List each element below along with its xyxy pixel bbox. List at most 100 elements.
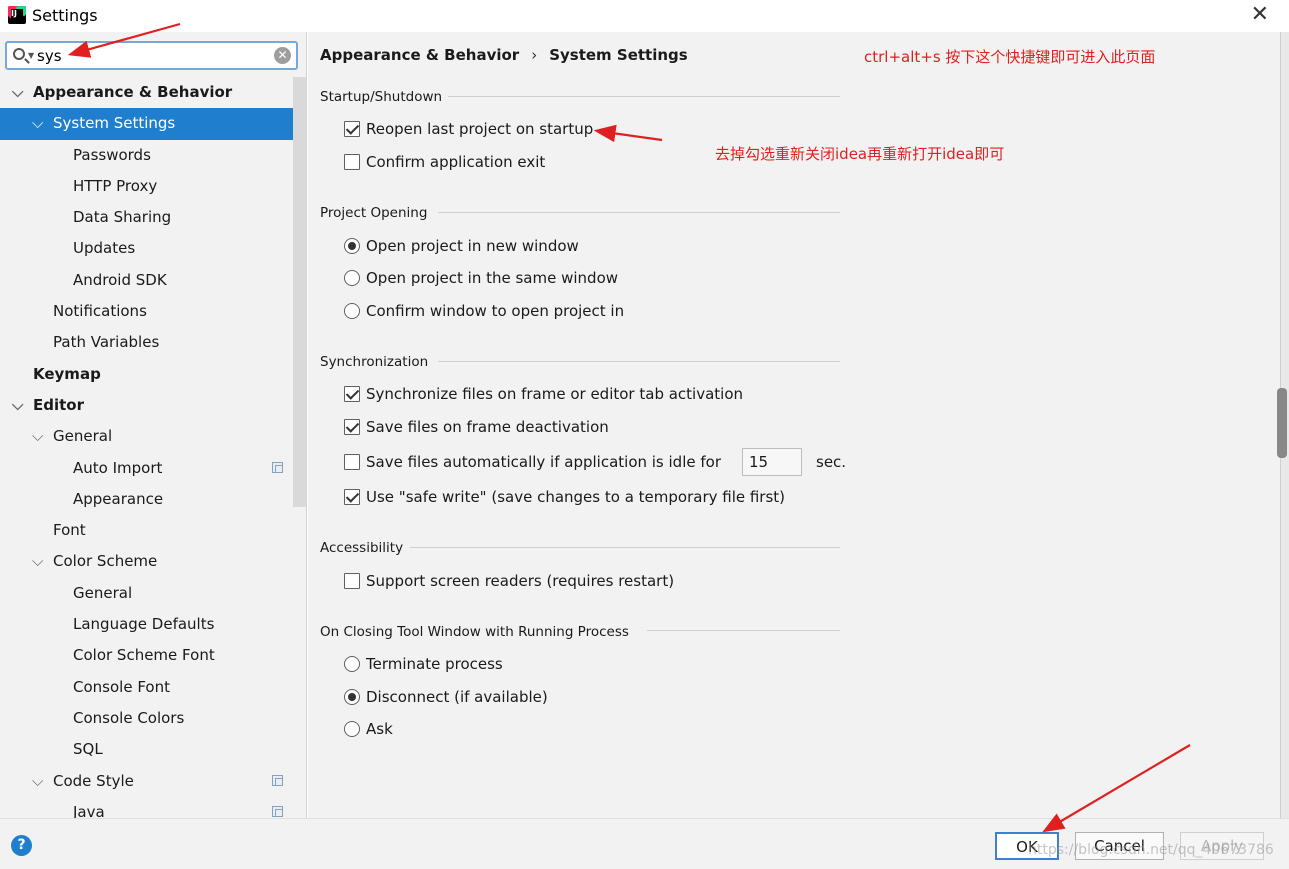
chevron-down-icon[interactable]: ⌵: [32, 546, 43, 576]
open-same-window-label: Open project in the same window: [366, 269, 619, 287]
annotation-uncheck: 去掉勾选重新关闭idea再重新打开idea即可: [715, 145, 1005, 163]
tree-item-passwords[interactable]: Passwords: [0, 140, 292, 171]
chevron-down-icon[interactable]: ⌵: [32, 108, 43, 138]
search-options-chevron-icon[interactable]: ▼: [28, 51, 34, 60]
tree-item-font[interactable]: Font: [0, 515, 292, 546]
disconnect-radio[interactable]: Disconnect (if available): [344, 688, 548, 710]
settings-panel: Appearance & Behavior › System Settings ct…: [308, 32, 1280, 818]
tree-item-label: Auto Import: [73, 458, 163, 477]
tree-item-label: Path Variables: [53, 333, 160, 352]
tree-item-android-sdk[interactable]: Android SDK: [0, 265, 292, 296]
close-icon[interactable]: ✕: [1251, 4, 1269, 26]
checkbox-checked[interactable]: [344, 489, 360, 505]
confirm-window-label: Confirm window to open project in: [366, 302, 625, 320]
checkbox-checked[interactable]: [344, 386, 360, 402]
section-divider: [647, 630, 840, 631]
tree-item-color-scheme-font[interactable]: Color Scheme Font: [0, 640, 292, 671]
tree-item-code-style[interactable]: ⌵ Code Style: [0, 766, 292, 797]
tree-item-language-defaults[interactable]: Language Defaults: [0, 609, 292, 640]
tree-item-http-proxy[interactable]: HTTP Proxy: [0, 171, 292, 202]
sync-files-checkbox[interactable]: Synchronize files on frame or editor tab…: [344, 385, 743, 407]
tree-item-label: Updates: [73, 239, 136, 258]
clear-search-icon[interactable]: ✕: [274, 47, 291, 64]
breadcrumb-current: System Settings: [549, 46, 688, 64]
tree-item-editor[interactable]: ⌵ Editor: [0, 390, 292, 421]
tree-item-appearance-behavior[interactable]: ⌵ Appearance & Behavior: [0, 77, 292, 108]
tree-item-system-settings[interactable]: ⌵ System Settings: [0, 108, 306, 140]
terminate-process-radio[interactable]: Terminate process: [344, 655, 503, 677]
section-title-startup: Startup/Shutdown: [320, 89, 443, 105]
screen-readers-label: Support screen readers (requires restart…: [366, 572, 675, 590]
seconds-label: sec.: [816, 453, 847, 471]
checkbox-unchecked[interactable]: [344, 573, 360, 589]
search-icon[interactable]: [13, 48, 25, 60]
tree-item-general[interactable]: General: [0, 578, 292, 609]
search-box[interactable]: ▼ ✕: [5, 41, 298, 70]
watermark: https://blog.csdn.net/qq_40673786: [1028, 842, 1274, 858]
checkbox-checked[interactable]: [344, 419, 360, 435]
tree-item-label: Passwords: [73, 145, 151, 164]
radio-unselected[interactable]: [344, 303, 360, 319]
help-icon[interactable]: ?: [11, 835, 32, 856]
confirm-exit-checkbox[interactable]: Confirm application exit: [344, 153, 545, 175]
project-scope-copy-icon: [272, 461, 283, 473]
tree-item-label: Font: [53, 521, 86, 540]
confirm-window-radio[interactable]: Confirm window to open project in: [344, 302, 624, 324]
project-scope-copy-icon: [272, 805, 283, 817]
tree-item-data-sharing[interactable]: Data Sharing: [0, 202, 292, 233]
idle-seconds-input[interactable]: [742, 448, 802, 476]
tree-item-path-variables[interactable]: Path Variables: [0, 327, 292, 358]
tree-item-color-scheme[interactable]: ⌵ Color Scheme: [0, 546, 292, 577]
chevron-down-icon[interactable]: ⌵: [32, 421, 43, 451]
main-scrollbar-thumb[interactable]: [1277, 388, 1287, 458]
radio-unselected[interactable]: [344, 270, 360, 286]
open-new-window-radio[interactable]: Open project in new window: [344, 237, 579, 259]
tree-item-label: Language Defaults: [73, 615, 215, 634]
tree-item-label: General: [53, 427, 113, 446]
tree-item-keymap[interactable]: Keymap: [0, 359, 292, 390]
save-on-deactivation-label: Save files on frame deactivation: [366, 418, 609, 436]
tree-item-notifications[interactable]: Notifications: [0, 296, 292, 327]
open-new-window-label: Open project in new window: [366, 237, 579, 255]
radio-selected[interactable]: [344, 689, 360, 705]
checkbox-checked[interactable]: [344, 121, 360, 137]
radio-selected[interactable]: [344, 238, 360, 254]
ask-label: Ask: [366, 720, 393, 738]
checkbox-unchecked[interactable]: [344, 154, 360, 170]
tree-item-updates[interactable]: Updates: [0, 233, 292, 264]
save-on-deactivation-checkbox[interactable]: Save files on frame deactivation: [344, 418, 609, 440]
tree-item-sql[interactable]: SQL: [0, 734, 292, 765]
section-divider: [438, 361, 840, 362]
checkbox-unchecked[interactable]: [344, 454, 360, 470]
reopen-last-project-checkbox[interactable]: Reopen last project on startup: [344, 120, 593, 142]
section-title-project-opening: Project Opening: [320, 205, 428, 221]
radio-unselected[interactable]: [344, 656, 360, 672]
tree-item-java[interactable]: Java: [0, 797, 292, 818]
chevron-down-icon[interactable]: ⌵: [12, 390, 23, 420]
sidebar-scrollbar[interactable]: [293, 77, 306, 507]
section-divider: [438, 212, 840, 213]
save-when-idle-checkbox[interactable]: Save files automatically if application …: [344, 453, 721, 475]
tree-item-label: HTTP Proxy: [73, 176, 158, 195]
section-divider: [410, 547, 840, 548]
sync-files-label: Synchronize files on frame or editor tab…: [366, 385, 744, 403]
ask-radio[interactable]: Ask: [344, 720, 393, 742]
breadcrumb: Appearance & Behavior › System Settings: [320, 46, 688, 64]
tree-item-appearance[interactable]: Appearance: [0, 484, 292, 515]
tree-item-console-font[interactable]: Console Font: [0, 672, 292, 703]
screen-readers-checkbox[interactable]: Support screen readers (requires restart…: [344, 572, 674, 594]
tree-item-auto-import[interactable]: Auto Import: [0, 453, 292, 484]
section-title-on-closing: On Closing Tool Window with Running Proc…: [320, 624, 629, 640]
search-input[interactable]: [37, 45, 267, 67]
save-when-idle-label: Save files automatically if application …: [366, 453, 721, 471]
section-title-synchronization: Synchronization: [320, 354, 429, 370]
tree-item-general[interactable]: ⌵ General: [0, 421, 292, 452]
open-same-window-radio[interactable]: Open project in the same window: [344, 269, 618, 291]
chevron-down-icon[interactable]: ⌵: [32, 766, 43, 796]
radio-unselected[interactable]: [344, 721, 360, 737]
tree-item-label: Notifications: [53, 302, 147, 321]
chevron-down-icon[interactable]: ⌵: [12, 77, 23, 107]
breadcrumb-parent[interactable]: Appearance & Behavior: [320, 46, 519, 64]
safe-write-checkbox[interactable]: Use "safe write" (save changes to a temp…: [344, 488, 785, 510]
tree-item-console-colors[interactable]: Console Colors: [0, 703, 292, 734]
